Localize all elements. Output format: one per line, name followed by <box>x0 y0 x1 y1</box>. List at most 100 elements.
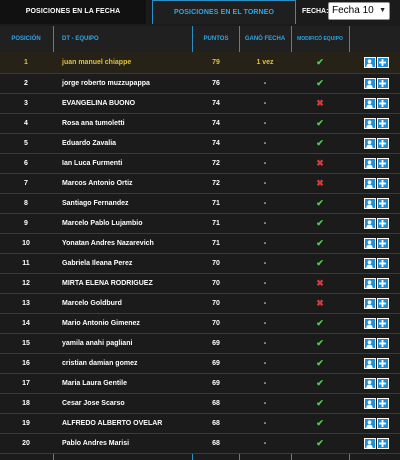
check-icon: ✔ <box>316 218 324 228</box>
add-button[interactable] <box>376 57 389 68</box>
row-points: 76 <box>212 80 220 87</box>
row-team-name: ALFREDO ALBERTO OVELAR <box>62 420 163 427</box>
row-points: 68 <box>212 400 220 407</box>
view-team-button[interactable] <box>363 358 376 369</box>
plus-icon <box>379 180 386 187</box>
user-icon <box>366 139 373 148</box>
row-actions <box>352 94 400 113</box>
row-modifico-equipo: ✔ <box>292 374 348 393</box>
add-button[interactable] <box>376 218 389 229</box>
table-row: 8 Santiago Fernandez 71 - ✔ <box>0 194 400 214</box>
plus-icon <box>379 160 386 167</box>
row-gano-fecha: - <box>263 220 267 227</box>
add-button[interactable] <box>376 158 389 169</box>
row-actions <box>352 194 400 213</box>
add-button[interactable] <box>376 358 389 369</box>
add-button[interactable] <box>376 238 389 249</box>
view-team-button[interactable] <box>363 318 376 329</box>
plus-icon <box>379 220 386 227</box>
tab-posiciones-torneo[interactable]: POSICIONES EN EL TORNEO <box>152 0 296 24</box>
row-actions <box>352 374 400 393</box>
row-modifico-equipo: ✔ <box>292 52 348 73</box>
view-team-button[interactable] <box>363 298 376 309</box>
view-team-button[interactable] <box>363 118 376 129</box>
add-button[interactable] <box>376 178 389 189</box>
add-button[interactable] <box>376 378 389 389</box>
add-button[interactable] <box>376 258 389 269</box>
row-gano-fecha: - <box>263 400 267 407</box>
user-icon <box>366 299 373 308</box>
row-action-buttons <box>363 418 389 429</box>
add-button[interactable] <box>376 438 389 449</box>
row-gano-fecha: - <box>263 280 267 287</box>
row-action-buttons <box>363 338 389 349</box>
add-button[interactable] <box>376 138 389 149</box>
row-points: 69 <box>212 340 220 347</box>
row-actions <box>352 134 400 153</box>
view-team-button[interactable] <box>363 258 376 269</box>
table-row: 14 Mario Antonio Gimenez 70 - ✔ <box>0 314 400 334</box>
view-team-button[interactable] <box>363 378 376 389</box>
user-icon <box>366 179 373 188</box>
row-position: 3 <box>24 100 28 107</box>
row-points: 69 <box>212 380 220 387</box>
row-modifico-equipo: ✔ <box>292 74 348 93</box>
row-gano-fecha: - <box>263 160 267 167</box>
row-gano-fecha: - <box>263 360 267 367</box>
row-actions <box>352 234 400 253</box>
row-points: 68 <box>212 420 220 427</box>
row-actions <box>352 334 400 353</box>
plus-icon <box>379 80 386 87</box>
plus-icon <box>379 420 386 427</box>
table-row: 2 jorge roberto muzzupappa 76 - ✔ <box>0 74 400 94</box>
view-team-button[interactable] <box>363 138 376 149</box>
table-row: 6 Ian Luca Furmenti 72 - ✖ <box>0 154 400 174</box>
add-button[interactable] <box>376 98 389 109</box>
add-button[interactable] <box>376 298 389 309</box>
view-team-button[interactable] <box>363 78 376 89</box>
tab-posiciones-fecha[interactable]: POSICIONES EN LA FECHA <box>0 0 146 24</box>
plus-icon <box>379 120 386 127</box>
view-team-button[interactable] <box>363 57 376 68</box>
row-action-buttons <box>363 178 389 189</box>
row-gano-fecha: - <box>263 380 267 387</box>
plus-icon <box>379 59 386 66</box>
row-action-buttons <box>363 158 389 169</box>
view-team-button[interactable] <box>363 438 376 449</box>
row-points: 70 <box>212 320 220 327</box>
add-button[interactable] <box>376 198 389 209</box>
row-gano-fecha: - <box>263 100 267 107</box>
row-modifico-equipo: ✖ <box>292 94 348 113</box>
view-team-button[interactable] <box>363 178 376 189</box>
add-button[interactable] <box>376 398 389 409</box>
fecha-select[interactable]: Fecha 10 ▼ <box>328 2 390 20</box>
add-button[interactable] <box>376 318 389 329</box>
add-button[interactable] <box>376 278 389 289</box>
view-team-button[interactable] <box>363 398 376 409</box>
row-action-buttons <box>363 398 389 409</box>
add-button[interactable] <box>376 338 389 349</box>
view-team-button[interactable] <box>363 198 376 209</box>
row-points: 71 <box>212 220 220 227</box>
table-row: 11 Gabriela Ileana Perez 70 - ✔ <box>0 254 400 274</box>
row-points: 71 <box>212 200 220 207</box>
cross-icon: ✖ <box>316 98 324 108</box>
view-team-button[interactable] <box>363 218 376 229</box>
plus-icon <box>379 340 386 347</box>
user-icon <box>366 259 373 268</box>
cross-icon: ✖ <box>316 158 324 168</box>
row-team-name: EVANGELINA BUONO <box>62 100 136 107</box>
user-icon <box>366 239 373 248</box>
view-team-button[interactable] <box>363 158 376 169</box>
row-modifico-equipo: ✔ <box>292 194 348 213</box>
view-team-button[interactable] <box>363 98 376 109</box>
add-button[interactable] <box>376 418 389 429</box>
view-team-button[interactable] <box>363 418 376 429</box>
row-points: 70 <box>212 300 220 307</box>
add-button[interactable] <box>376 118 389 129</box>
table-row: 12 MIRTA ELENA RODRIGUEZ 70 - ✖ <box>0 274 400 294</box>
view-team-button[interactable] <box>363 278 376 289</box>
add-button[interactable] <box>376 78 389 89</box>
view-team-button[interactable] <box>363 238 376 249</box>
view-team-button[interactable] <box>363 338 376 349</box>
